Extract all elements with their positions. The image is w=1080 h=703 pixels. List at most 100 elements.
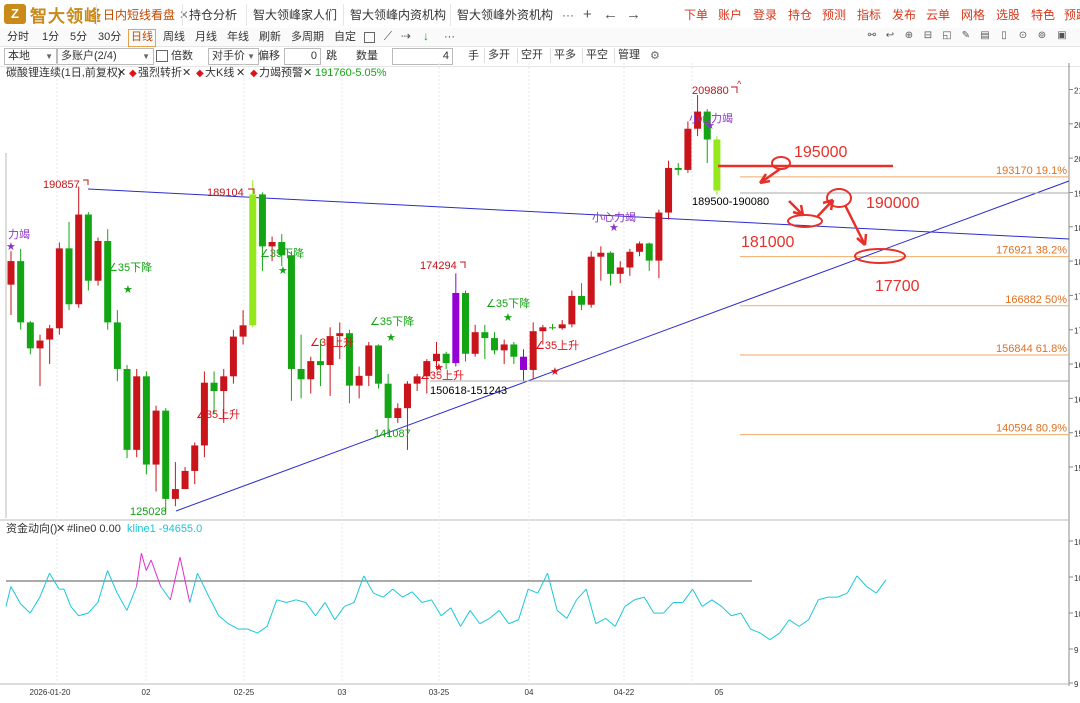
price-tick-label: 21 <box>1074 87 1080 96</box>
toolbar-icon-11[interactable]: ▣ <box>1056 30 1068 42</box>
custom-button[interactable]: 自定 <box>332 29 358 45</box>
fund-flow-segment <box>875 579 887 594</box>
period-timeshare[interactable]: 分时 <box>5 29 31 45</box>
toolbar-icon-1[interactable]: ⚯ <box>866 30 878 42</box>
tab-position-analysis[interactable]: 持仓分析 <box>182 4 249 26</box>
toolbar-icon-3[interactable]: ⊕ <box>903 30 915 42</box>
refresh-button[interactable]: 刷新 <box>257 29 283 45</box>
menu-account[interactable]: 账户 <box>718 4 742 26</box>
toolbar-icon-2[interactable]: ↩ <box>884 30 896 42</box>
arrow-down-tool-icon[interactable]: ↓ <box>420 30 432 42</box>
fund-flow-segment <box>363 575 374 594</box>
fund-flow-segment <box>808 599 819 620</box>
toolbar-icon-9[interactable]: ⊙ <box>1017 30 1029 42</box>
label-tick-icon <box>83 179 89 185</box>
signal-up: ∠35上升 <box>535 339 579 352</box>
fund-flow-segment <box>145 559 152 571</box>
tab-domestic[interactable]: 智大领峰内资机构 <box>343 4 450 26</box>
rectangle-tool-icon[interactable] <box>364 32 375 43</box>
fund-flow-segment <box>5 586 12 607</box>
menu-order[interactable]: 下单 <box>684 4 708 26</box>
toolbar-icon-6[interactable]: ✎ <box>960 30 972 42</box>
fund-flow-segment <box>508 619 519 625</box>
signal-down: ∠35下降 <box>370 314 414 328</box>
label-tick-icon <box>460 261 466 268</box>
fund-flow-segment <box>527 588 539 594</box>
fund-flow-segment <box>266 599 278 627</box>
fund-flow-segment <box>547 573 558 611</box>
signal-up: ∠35上升 <box>196 408 240 421</box>
indicator-title: 资金动向() <box>6 521 57 535</box>
menu-indicator[interactable]: 指标 <box>857 4 881 26</box>
fund-flow-segment <box>20 603 31 614</box>
arrow-right-tool-icon[interactable]: ⇢ <box>400 30 412 42</box>
period-monthly[interactable]: 月线 <box>193 29 219 45</box>
multiple-checkbox[interactable] <box>156 50 168 62</box>
toolbar-icon-4[interactable]: ⊟ <box>922 30 934 42</box>
arrow-icon <box>843 204 868 246</box>
tab-foreign[interactable]: 智大领峰外资机构 <box>450 4 561 26</box>
menu-cloud-order[interactable]: 云单 <box>926 4 950 26</box>
buy-open-button[interactable]: 多开 <box>484 48 513 63</box>
menu-forecast[interactable]: 预测 <box>822 4 846 26</box>
period-weekly[interactable]: 周线 <box>161 29 187 45</box>
candle-body <box>84 214 92 281</box>
manage-button[interactable]: 管理 <box>614 48 643 63</box>
settings-icon[interactable]: ⚙ <box>650 49 660 64</box>
more-tabs-icon[interactable]: ··· <box>562 4 574 26</box>
legend-strong-turn: 强烈转折 <box>138 65 182 79</box>
fib-label: 176921 38.2% <box>996 245 1067 257</box>
candle-body <box>365 345 373 376</box>
kline-chart[interactable]: 碳酸锂连续(1日,前复权) ✕ ◆ 强烈转折 ✕ ◆ 大K线 ✕ ◆ 力竭预警 … <box>0 63 1080 703</box>
close-long-button[interactable]: 平多 <box>550 48 579 63</box>
add-tab-icon[interactable]: + <box>583 4 592 26</box>
toolbar-icon-8[interactable]: ▯ <box>998 30 1010 42</box>
sell-open-button[interactable]: 空开 <box>517 48 546 63</box>
period-yearly[interactable]: 年线 <box>225 29 251 45</box>
line-tool-icon[interactable]: ⟋ <box>382 30 394 42</box>
time-tick-label: 02-25 <box>234 688 255 697</box>
price-tick-label: 19 <box>1074 189 1080 198</box>
star-icon: ★ <box>609 222 619 234</box>
candle-body <box>191 445 199 471</box>
tab-intraday[interactable]: 日内短线看盘✕ <box>96 4 187 26</box>
menu-position[interactable]: 持仓 <box>788 4 812 26</box>
time-tick-label: 04 <box>525 688 534 697</box>
menu-grid[interactable]: 网格 <box>961 4 985 26</box>
period-5min[interactable]: 5分 <box>68 29 89 45</box>
close-short-button[interactable]: 平空 <box>582 48 611 63</box>
toolbar-icon-10[interactable]: ⊚ <box>1036 30 1048 42</box>
menu-publish[interactable]: 发布 <box>892 4 916 26</box>
fund-flow-segment <box>411 591 423 603</box>
fund-flow-segment <box>228 623 239 630</box>
candle-body <box>17 261 25 323</box>
period-daily[interactable]: 日线 <box>128 29 156 47</box>
time-tick-label: 03-25 <box>429 688 450 697</box>
multiple-label: 倍数 <box>171 50 193 62</box>
menu-special[interactable]: 特色 <box>1031 4 1055 26</box>
candle-body <box>471 332 479 354</box>
menu-stock-pick[interactable]: 选股 <box>996 4 1020 26</box>
toolbar-icon-5[interactable]: ◱ <box>941 30 953 42</box>
period-30min[interactable]: 30分 <box>96 29 123 45</box>
period-1min[interactable]: 1分 <box>40 29 61 45</box>
hand-label: 手 <box>468 50 479 62</box>
toolbar-icon-7[interactable]: ▤ <box>979 30 991 42</box>
indicator-kline1: kline1 -94655.0 <box>127 523 202 535</box>
fund-flow-segment <box>286 599 297 603</box>
fund-flow-segment <box>701 599 713 607</box>
candle-body <box>616 267 624 274</box>
menu-login[interactable]: 登录 <box>753 4 777 26</box>
more-tools-icon[interactable]: ··· <box>442 29 457 45</box>
price-label-low: 125028 <box>130 506 167 518</box>
multi-period-button[interactable]: 多周期 <box>289 29 326 45</box>
candle-body <box>162 410 170 499</box>
menu-predrop[interactable]: 预跌 <box>1064 4 1080 26</box>
fund-flow-segment <box>518 589 529 620</box>
back-arrow-icon[interactable]: ← <box>603 4 618 26</box>
fund-flow-segment <box>315 602 326 617</box>
candles <box>7 95 721 513</box>
chevron-down-icon: ▼ <box>45 52 53 61</box>
forward-arrow-icon[interactable]: → <box>626 4 641 26</box>
tab-family[interactable]: 智大领峰家人们 <box>246 4 343 26</box>
